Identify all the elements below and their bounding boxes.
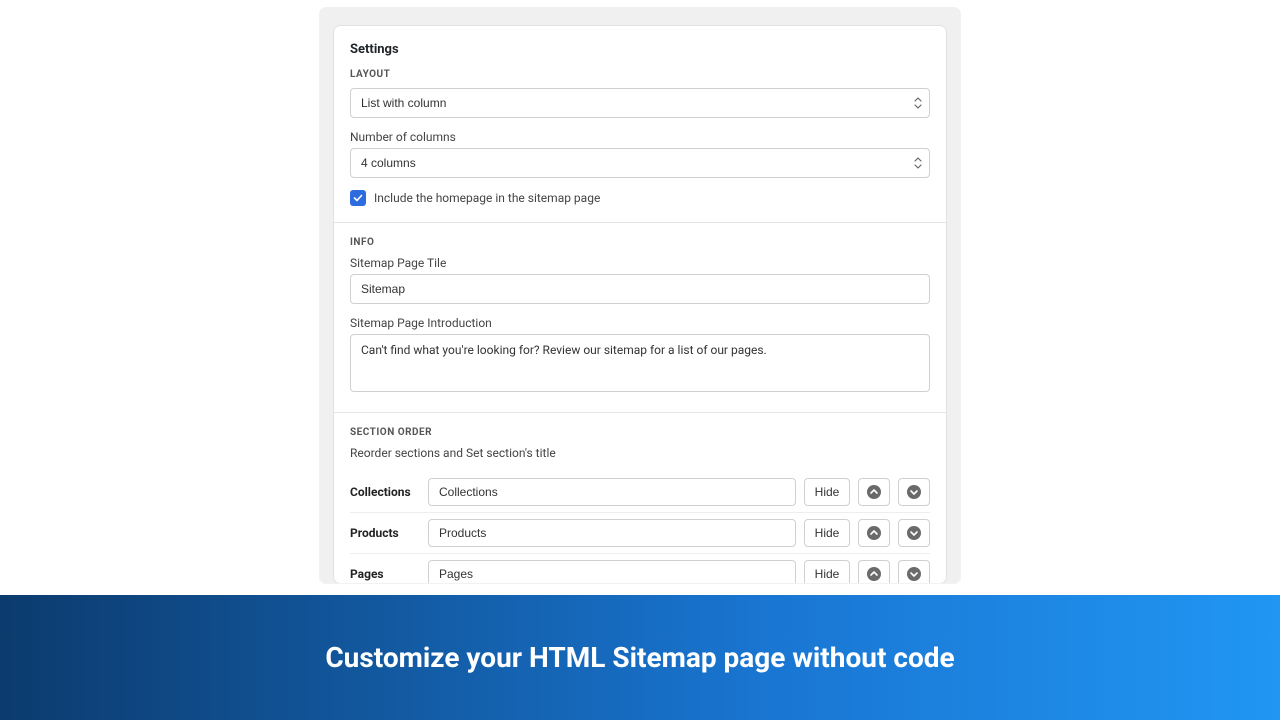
move-down-button[interactable]	[898, 560, 930, 583]
divider	[334, 222, 946, 223]
move-down-button[interactable]	[898, 478, 930, 506]
info-heading: INFO	[350, 237, 930, 248]
columns-label: Number of columns	[350, 130, 930, 144]
hide-button[interactable]: Hide	[804, 519, 850, 547]
section-label: Products	[350, 526, 420, 540]
sitemap-intro-label: Sitemap Page Introduction	[350, 316, 930, 330]
sitemap-intro-textarea[interactable]	[350, 334, 930, 392]
section-row-pages: Pages Hide	[350, 554, 930, 583]
move-down-button[interactable]	[898, 519, 930, 547]
settings-panel-outer: Settings LAYOUT Number of columns Includ…	[320, 8, 960, 583]
hide-button[interactable]: Hide	[804, 560, 850, 583]
sitemap-title-input[interactable]	[350, 274, 930, 304]
section-order-heading: SECTION ORDER	[350, 427, 930, 438]
hide-button[interactable]: Hide	[804, 478, 850, 506]
card-title: Settings	[350, 42, 930, 57]
include-homepage-checkbox[interactable]	[350, 190, 366, 206]
move-up-button[interactable]	[858, 519, 890, 547]
section-row-products: Products Hide	[350, 513, 930, 554]
move-up-button[interactable]	[858, 478, 890, 506]
settings-card: Settings LAYOUT Number of columns Includ…	[334, 26, 946, 583]
section-title-input[interactable]	[428, 519, 796, 547]
columns-select[interactable]	[350, 148, 930, 178]
layout-select-wrap	[350, 88, 930, 118]
section-label: Collections	[350, 485, 420, 499]
layout-heading: LAYOUT	[350, 69, 930, 80]
include-homepage-row: Include the homepage in the sitemap page	[350, 190, 930, 206]
banner-text: Customize your HTML Sitemap page without…	[325, 641, 954, 674]
section-title-input[interactable]	[428, 478, 796, 506]
sitemap-title-label: Sitemap Page Tile	[350, 256, 930, 270]
divider	[334, 412, 946, 413]
move-up-button[interactable]	[858, 560, 890, 583]
section-order-list: Collections Hide Products Hide	[350, 472, 930, 583]
section-label: Pages	[350, 567, 420, 581]
layout-select[interactable]	[350, 88, 930, 118]
section-order-description: Reorder sections and Set section's title	[350, 446, 930, 460]
section-row-collections: Collections Hide	[350, 472, 930, 513]
section-title-input[interactable]	[428, 560, 796, 583]
columns-select-wrap	[350, 148, 930, 178]
promo-banner: Customize your HTML Sitemap page without…	[0, 595, 1280, 720]
include-homepage-label: Include the homepage in the sitemap page	[374, 191, 600, 205]
